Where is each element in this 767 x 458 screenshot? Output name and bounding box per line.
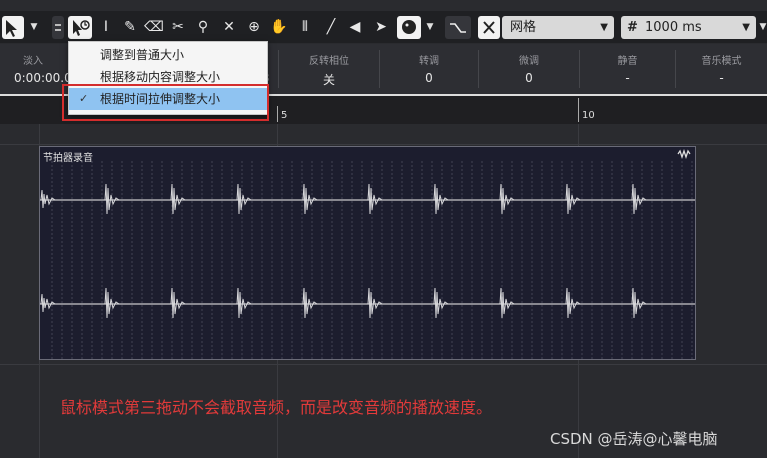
audio-wave-icon <box>677 149 691 159</box>
color-icon[interactable]: ➤ <box>370 16 392 39</box>
ruler-tick <box>578 98 579 122</box>
snap-toggle-button[interactable] <box>478 16 500 39</box>
mode-dropdown-arrow[interactable]: ▼ <box>27 16 41 39</box>
info-col-transpose: 转调 0 <box>380 44 478 94</box>
annotation-text: 鼠标模式第三拖动不会截取音频，而是改变音频的播放速度。 <box>60 398 493 417</box>
snap-icon <box>483 21 495 34</box>
sizing-mode-tool-button[interactable] <box>68 16 92 39</box>
object-selection-icon <box>6 20 17 37</box>
info-value[interactable]: 关 <box>279 71 379 88</box>
info-value[interactable]: - <box>676 71 767 85</box>
info-header: 反转相位 <box>309 56 349 67</box>
info-value[interactable]: - <box>580 71 675 85</box>
line-icon[interactable]: ╱ <box>320 16 342 39</box>
info-value[interactable]: 0 <box>479 71 579 85</box>
info-col-finetune: 微调 0 <box>479 44 579 94</box>
eraser-icon[interactable]: ⌫ <box>143 16 165 39</box>
track-divider <box>0 364 767 365</box>
grid-quantize-select[interactable]: # 1000 ms ▼ <box>621 16 756 39</box>
curve-icon <box>450 23 466 33</box>
auto-scroll-button[interactable] <box>445 16 471 39</box>
scissors-icon[interactable]: ✂ <box>167 16 189 39</box>
range-icon[interactable]: I <box>95 16 117 39</box>
palette-icon <box>402 20 416 34</box>
toolbar: ▼ I ✎ ⌫ ✂ ⚲ ✕ ⊕ ✋ ⦀ ╱ ◀ ➤ ▼ 网格 ▼ # 1000 … <box>0 11 767 43</box>
timestretch-pointer-icon <box>73 20 90 36</box>
more-dropdown-arrow[interactable]: ▼ <box>758 16 767 39</box>
comp-icon[interactable]: ⦀ <box>294 16 316 39</box>
pencil-icon[interactable]: ✎ <box>119 16 141 39</box>
chevron-down-icon: ▼ <box>600 22 608 33</box>
ruler-marker: 5 <box>281 110 288 121</box>
info-header: 微调 <box>519 56 539 67</box>
mute-icon[interactable]: ✕ <box>218 16 240 39</box>
menu-item-label: 调整到普通大小 <box>100 48 185 62</box>
menu-item-normal-sizing[interactable]: 调整到普通大小 <box>69 44 267 66</box>
zoom-icon[interactable]: ⊕ <box>243 16 265 39</box>
snap-type-value: 网格 <box>510 20 537 35</box>
info-col-fade-in: 淡入 0:00:00.00 <box>0 44 79 94</box>
waveform <box>40 161 695 359</box>
event-name: 节拍器录音 <box>43 153 93 164</box>
tool-group-handle <box>52 16 64 39</box>
color-tool-button[interactable] <box>397 16 421 39</box>
info-header: 静音 <box>617 56 638 67</box>
color-dropdown-arrow[interactable]: ▼ <box>423 16 437 39</box>
grid-icon: # <box>627 20 638 35</box>
ruler-marker: 10 <box>582 110 595 121</box>
ruler-tick <box>277 106 278 122</box>
glue-icon[interactable]: ⚲ <box>192 16 214 39</box>
highlight-annotation-box <box>62 84 269 121</box>
cubase-project-window: ▼ I ✎ ⌫ ✂ ⚲ ✕ ⊕ ✋ ⦀ ╱ ◀ ➤ ▼ 网格 ▼ # 1000 … <box>0 0 767 458</box>
track-divider <box>0 144 767 145</box>
info-col-musical-mode: 音乐模式 - <box>676 44 767 94</box>
object-selection-mode-button[interactable] <box>2 16 24 39</box>
info-col-mute: 静音 - <box>580 44 675 94</box>
info-header: 转调 <box>419 56 439 67</box>
play-icon[interactable]: ◀ <box>344 16 366 39</box>
info-col-invert-phase: 反转相位 关 <box>279 44 379 94</box>
grip-icon <box>55 24 61 31</box>
quantize-value: 1000 ms <box>645 20 702 35</box>
info-header: 音乐模式 <box>701 56 742 67</box>
watermark: CSDN @岳涛@心馨电脑 <box>550 430 718 448</box>
info-value[interactable]: 0 <box>380 71 478 85</box>
hand-icon[interactable]: ✋ <box>268 16 290 39</box>
audio-event[interactable]: 节拍器录音 <box>39 146 696 360</box>
snap-type-select[interactable]: 网格 ▼ <box>502 16 614 39</box>
chevron-down-icon: ▼ <box>742 22 750 33</box>
info-header: 淡入 <box>23 56 43 67</box>
